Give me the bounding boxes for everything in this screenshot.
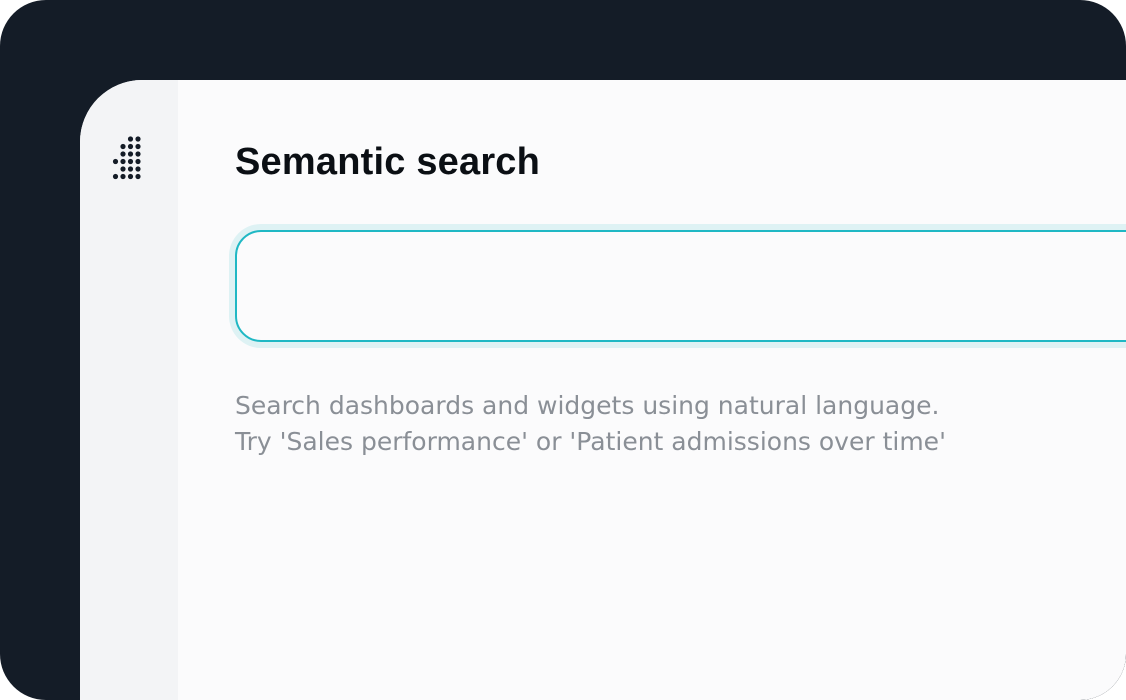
main-content: Semantic search Search dashboards and wi…: [178, 80, 1126, 700]
search-input[interactable]: [237, 232, 1126, 340]
sidebar: [80, 80, 178, 700]
search-box[interactable]: [235, 230, 1126, 342]
dot-grid-logo-icon[interactable]: [110, 136, 146, 184]
app-frame: Semantic search Search dashboards and wi…: [0, 0, 1126, 700]
app-window: Semantic search Search dashboards and wi…: [80, 80, 1126, 700]
page-title: Semantic search: [235, 141, 541, 183]
search-hint-line-2: Try 'Sales performance' or 'Patient admi…: [235, 427, 946, 456]
search-hint-line-1: Search dashboards and widgets using natu…: [235, 391, 940, 420]
search-hint: Search dashboards and widgets using natu…: [235, 388, 946, 460]
